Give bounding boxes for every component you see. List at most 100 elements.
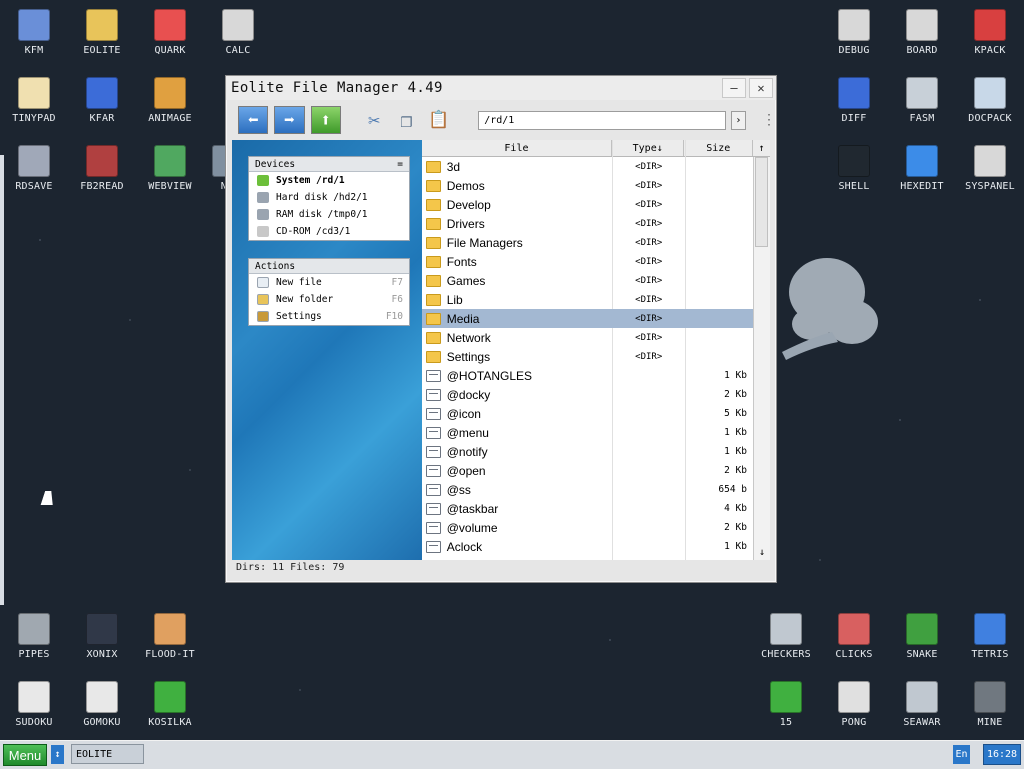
desktop-icon-debug[interactable]: DEBUG bbox=[820, 0, 888, 64]
window-titlebar[interactable]: Eolite File Manager 4.49 — ✕ bbox=[226, 76, 776, 100]
desktop-icon-label: DEBUG bbox=[838, 45, 870, 56]
go-button[interactable]: › bbox=[730, 110, 747, 130]
file-row[interactable]: Develop <DIR> bbox=[422, 195, 753, 214]
desktop-icon-xonix[interactable]: XONIX bbox=[68, 604, 136, 668]
file-row[interactable]: 3d <DIR> bbox=[422, 157, 753, 176]
vertical-scrollbar[interactable]: ↓ bbox=[753, 157, 770, 560]
action-item[interactable]: New file F7 bbox=[249, 274, 409, 291]
desktop-icon-pong[interactable]: PONG bbox=[820, 672, 888, 736]
desktop-icon-hexedit[interactable]: HEXEDIT bbox=[888, 136, 956, 200]
desktop-icon-quark[interactable]: QUARK bbox=[136, 0, 204, 64]
cut-icon[interactable]: ✂ bbox=[361, 106, 387, 134]
minimize-button[interactable]: — bbox=[722, 78, 746, 98]
file-icon bbox=[426, 483, 441, 496]
copy-icon[interactable]: ❐ bbox=[393, 106, 419, 134]
desktop-icon-syspanel[interactable]: SYSPANEL bbox=[956, 136, 1024, 200]
desktop-icon-seawar[interactable]: SEAWAR bbox=[888, 672, 956, 736]
desktop-icon-kosilka[interactable]: KOSILKA bbox=[136, 672, 204, 736]
status-bar: Dirs: 11 Files: 79 bbox=[236, 562, 345, 573]
file-row[interactable]: @notify 1 Kb bbox=[422, 442, 753, 461]
more-options-icon[interactable]: ⋮ bbox=[762, 113, 776, 127]
file-size: 4 Kb bbox=[724, 503, 747, 514]
desktop-icon-animage[interactable]: ANIMAGE bbox=[136, 68, 204, 132]
desktop-icon-webview[interactable]: WEBVIEW bbox=[136, 136, 204, 200]
desktop-icon-mine[interactable]: MINE bbox=[956, 672, 1024, 736]
desktop-icon-checkers[interactable]: CHECKERS bbox=[752, 604, 820, 668]
desktop-icon-docpack[interactable]: DOCPACK bbox=[956, 68, 1024, 132]
scrollbar-thumb[interactable] bbox=[755, 157, 768, 247]
switch-windows-button[interactable]: ↕ bbox=[51, 745, 64, 764]
language-indicator[interactable]: En bbox=[953, 745, 970, 764]
file-row[interactable]: @open 2 Kb bbox=[422, 461, 753, 480]
file-row[interactable]: Aclock 1 Kb bbox=[422, 537, 753, 556]
desktop-icon-calc[interactable]: CALC bbox=[204, 0, 272, 64]
desktop-icon-diff[interactable]: DIFF bbox=[820, 68, 888, 132]
paste-icon[interactable]: 📋 bbox=[426, 106, 452, 134]
file-row[interactable]: Lib <DIR> bbox=[422, 290, 753, 309]
desktop-icon-sudoku[interactable]: SUDOKU bbox=[0, 672, 68, 736]
scroll-down-button[interactable]: ↓ bbox=[754, 544, 770, 560]
tree-wallpaper-art bbox=[782, 258, 878, 360]
desktop-icon-kfm[interactable]: KFM bbox=[0, 0, 68, 64]
path-input[interactable]: /rd/1 bbox=[478, 110, 726, 130]
desktop-icon-tetris[interactable]: TETRIS bbox=[956, 604, 1024, 668]
desktop-icon-fb2read[interactable]: FB2READ bbox=[68, 136, 136, 200]
file-row[interactable]: @taskbar 4 Kb bbox=[422, 499, 753, 518]
desktop-icon-eolite[interactable]: EOLITE bbox=[68, 0, 136, 64]
file-row[interactable]: Settings <DIR> bbox=[422, 347, 753, 366]
column-type[interactable]: Type↓ bbox=[612, 140, 685, 156]
file-row[interactable]: Network <DIR> bbox=[422, 328, 753, 347]
close-button[interactable]: ✕ bbox=[749, 78, 773, 98]
back-button[interactable]: ⬅ bbox=[238, 106, 269, 134]
desktop-icon-15[interactable]: 15 bbox=[752, 672, 820, 736]
file-row[interactable]: @docky 2 Kb bbox=[422, 385, 753, 404]
scroll-up-button[interactable]: ↑ bbox=[753, 140, 770, 156]
file-name: @volume bbox=[446, 520, 498, 535]
bug-icon bbox=[838, 9, 870, 41]
save-icon bbox=[18, 145, 50, 177]
desktop-icon-gomoku[interactable]: GOMOKU bbox=[68, 672, 136, 736]
desktop-icon-label: BOARD bbox=[906, 45, 938, 56]
file-row[interactable]: @HOTANGLES 1 Kb bbox=[422, 366, 753, 385]
file-row[interactable]: @ss 654 b bbox=[422, 480, 753, 499]
desktop-icon-label: 15 bbox=[779, 717, 793, 728]
file-row[interactable]: File Managers <DIR> bbox=[422, 233, 753, 252]
device-item[interactable]: CD-ROM /cd3/1 bbox=[249, 223, 409, 240]
clock[interactable]: 16:28 bbox=[983, 744, 1021, 765]
file-row[interactable]: Drivers <DIR> bbox=[422, 214, 753, 233]
taskbar: Menu ↕ EOLITE En 16:28 bbox=[0, 740, 1024, 769]
file-row[interactable]: @menu 1 Kb bbox=[422, 423, 753, 442]
column-file[interactable]: File bbox=[422, 140, 612, 156]
file-manager-window[interactable]: Eolite File Manager 4.49 — ✕ ⬅ ➡ ⬆ ✂ ❐ 📋… bbox=[225, 75, 777, 583]
desktop-icon-kfar[interactable]: KFAR bbox=[68, 68, 136, 132]
desktop-icon-pipes[interactable]: PIPES bbox=[0, 604, 68, 668]
desktop-icon-label: SYSPANEL bbox=[965, 181, 1015, 192]
desktop-icon-tinypad[interactable]: TINYPAD bbox=[0, 68, 68, 132]
column-size[interactable]: Size bbox=[684, 140, 754, 156]
file-row[interactable]: Games <DIR> bbox=[422, 271, 753, 290]
file-row[interactable]: @volume 2 Kb bbox=[422, 518, 753, 537]
desktop-icon-fasm[interactable]: FASM bbox=[888, 68, 956, 132]
device-item[interactable]: Hard disk /hd2/1 bbox=[249, 189, 409, 206]
desktop-icon-rdsave[interactable]: RDSAVE bbox=[0, 136, 68, 200]
action-item[interactable]: New folder F6 bbox=[249, 291, 409, 308]
desktop-icon-board[interactable]: BOARD bbox=[888, 0, 956, 64]
folder-icon bbox=[426, 331, 441, 344]
desktop-icon-kpack[interactable]: KPACK bbox=[956, 0, 1024, 64]
desktop-icon-shell[interactable]: SHELL bbox=[820, 136, 888, 200]
taskbar-item-eolite[interactable]: EOLITE bbox=[71, 744, 144, 764]
file-row[interactable]: Demos <DIR> bbox=[422, 176, 753, 195]
file-row[interactable]: Media <DIR> bbox=[422, 309, 753, 328]
device-item[interactable]: System /rd/1 bbox=[249, 172, 409, 189]
up-folder-button[interactable]: ⬆ bbox=[310, 106, 341, 134]
device-item[interactable]: RAM disk /tmp0/1 bbox=[249, 206, 409, 223]
desktop-icon-flood-it[interactable]: FLOOD-IT bbox=[136, 604, 204, 668]
action-item[interactable]: Settings F10 bbox=[249, 308, 409, 325]
file-row[interactable]: @icon 5 Kb bbox=[422, 404, 753, 423]
devices-toggle[interactable]: = bbox=[397, 159, 403, 170]
menu-button[interactable]: Menu bbox=[3, 744, 47, 766]
desktop-icon-snake[interactable]: SNAKE bbox=[888, 604, 956, 668]
desktop-icon-clicks[interactable]: CLICKS bbox=[820, 604, 888, 668]
forward-button[interactable]: ➡ bbox=[274, 106, 305, 134]
file-row[interactable]: Fonts <DIR> bbox=[422, 252, 753, 271]
